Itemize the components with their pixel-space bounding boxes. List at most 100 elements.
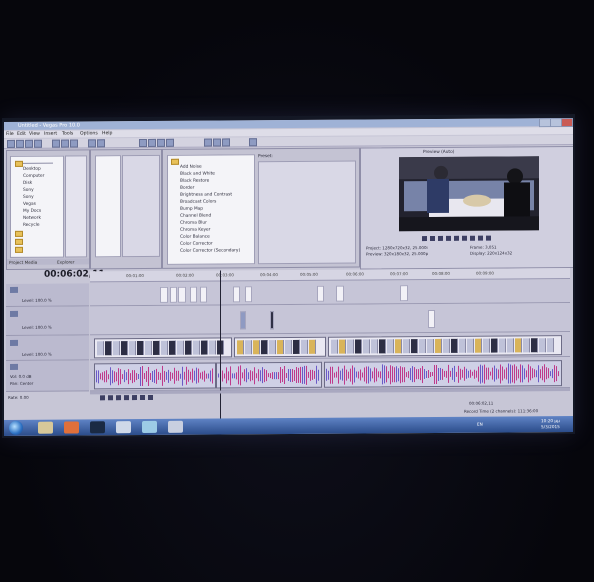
tree-item[interactable]: Vegas: [23, 202, 36, 207]
play-icon[interactable]: [438, 235, 443, 241]
pause-icon[interactable]: [446, 235, 451, 241]
lock-icon[interactable]: [222, 138, 230, 147]
track-level[interactable]: Level: 100.0 %: [22, 298, 52, 303]
vegas-taskbar-icon[interactable]: [168, 420, 183, 433]
clip[interactable]: [233, 286, 240, 303]
fx-item[interactable]: Black and White: [180, 172, 215, 177]
fx-item[interactable]: Color Balance: [180, 235, 210, 240]
select-tool-icon[interactable]: [157, 138, 165, 147]
record-icon[interactable]: [100, 395, 105, 401]
track-3-lane[interactable]: [90, 332, 570, 361]
clip[interactable]: [428, 309, 435, 329]
fx-item[interactable]: Broadcast Colors: [180, 200, 216, 205]
transitions-preview-area[interactable]: [122, 154, 160, 258]
track-header-2[interactable]: Level: 100.0 %: [6, 306, 89, 336]
video-clip[interactable]: [234, 336, 326, 358]
prev-frame-icon[interactable]: [462, 235, 467, 241]
explorer-taskbar-icon[interactable]: [38, 421, 53, 434]
go-to-end-icon[interactable]: [148, 394, 153, 400]
play-icon[interactable]: [116, 395, 121, 401]
help-icon[interactable]: [249, 138, 257, 147]
paste-icon[interactable]: [70, 139, 78, 148]
media-taskbar-icon[interactable]: [142, 420, 157, 434]
start-button[interactable]: [9, 420, 23, 435]
clip[interactable]: [170, 286, 177, 303]
tab-explorer[interactable]: Explorer: [57, 259, 74, 264]
snap-icon[interactable]: [204, 138, 212, 147]
cut-icon[interactable]: [52, 139, 60, 148]
fx-item[interactable]: Color Corrector: [180, 242, 213, 247]
track-level[interactable]: Level: 100.0 %: [22, 352, 52, 357]
tree-item[interactable]: Recycle: [23, 223, 40, 228]
undo-icon[interactable]: [88, 139, 96, 148]
fx-item[interactable]: Chroma Blur: [180, 221, 207, 226]
menu-insert[interactable]: Insert: [44, 132, 57, 137]
stop-icon[interactable]: [454, 235, 459, 241]
audio-clip[interactable]: [216, 361, 322, 389]
language-indicator[interactable]: EN: [477, 422, 483, 427]
tab-project-media[interactable]: Project Media: [9, 260, 37, 265]
menu-options[interactable]: Options: [80, 131, 98, 136]
clip[interactable]: [190, 286, 197, 303]
preset-area[interactable]: [258, 160, 356, 265]
clip[interactable]: [400, 285, 408, 302]
preview-quality[interactable]: Preview (Auto): [423, 150, 454, 155]
fx-item[interactable]: Border: [180, 186, 194, 191]
audio-clip[interactable]: [324, 360, 562, 388]
open-icon[interactable]: [16, 139, 24, 148]
zoom-tool-icon[interactable]: [166, 138, 174, 147]
tree-item[interactable]: Network: [23, 216, 41, 221]
video-clip[interactable]: [328, 335, 562, 357]
menu-view[interactable]: View: [29, 132, 40, 137]
audio-track-lane[interactable]: [90, 357, 570, 392]
save-icon[interactable]: [25, 139, 33, 148]
clip[interactable]: [178, 286, 186, 303]
firefox-taskbar-icon[interactable]: [64, 421, 79, 434]
tree-item[interactable]: Sony: [23, 195, 34, 200]
track-header-audio[interactable]: Vol: 0.0 dB Pan: Center: [6, 360, 89, 392]
loop-icon[interactable]: [422, 236, 427, 242]
clip[interactable]: [240, 311, 246, 330]
clip[interactable]: [160, 286, 168, 303]
video-clip[interactable]: [94, 337, 232, 359]
tree-item[interactable]: My Docs: [23, 209, 41, 214]
next-frame-icon[interactable]: [470, 235, 475, 241]
menu-help[interactable]: Help: [102, 131, 112, 136]
track-1-lane[interactable]: [90, 280, 570, 307]
track-pan[interactable]: Pan: Center: [10, 381, 33, 386]
clip[interactable]: [336, 285, 344, 302]
close-button[interactable]: [561, 118, 573, 128]
tree-item[interactable]: Disk: [23, 181, 32, 186]
play-from-start-icon[interactable]: [430, 235, 435, 242]
explorer-file-list[interactable]: [65, 155, 87, 258]
redo-icon[interactable]: [97, 139, 105, 148]
menu-edit[interactable]: Edit: [17, 132, 26, 137]
clip[interactable]: [245, 286, 252, 303]
menu-file[interactable]: File: [6, 132, 14, 137]
copy-icon[interactable]: [61, 139, 69, 148]
track-header-3[interactable]: Level: 100.0 %: [6, 335, 89, 361]
video-preview[interactable]: [399, 156, 539, 232]
next-marker-icon[interactable]: [486, 235, 491, 241]
fx-item[interactable]: Black Restore: [180, 179, 209, 184]
fx-item[interactable]: Color Corrector (Secondary): [180, 248, 240, 253]
tree-item[interactable]: Sony: [23, 188, 34, 193]
track-header-1[interactable]: Level: 100.0 %: [6, 283, 89, 307]
clock-date[interactable]: 5/3/2015: [541, 424, 560, 429]
autoripple-icon[interactable]: [213, 138, 221, 147]
transitions-tree[interactable]: [95, 155, 121, 258]
skype-taskbar-icon[interactable]: [116, 421, 131, 434]
fx-item[interactable]: Bump Map: [180, 207, 203, 212]
clip[interactable]: [317, 285, 324, 302]
fx-item[interactable]: Add Noise: [180, 165, 202, 170]
photoshop-taskbar-icon[interactable]: [90, 421, 105, 434]
track-volume[interactable]: Vol: 0.0 dB: [10, 374, 32, 379]
tree-item[interactable]: Computer: [23, 174, 44, 179]
go-to-start-icon[interactable]: [140, 395, 145, 401]
audio-clip[interactable]: [94, 362, 216, 390]
clock-time[interactable]: 10:20 μμ: [541, 418, 560, 423]
prev-marker-icon[interactable]: [478, 235, 483, 241]
fx-item[interactable]: Chroma Keyer: [180, 228, 210, 233]
video-fx-list[interactable]: Add Noise Black and White Black Restore …: [167, 154, 255, 265]
new-icon[interactable]: [7, 139, 15, 148]
